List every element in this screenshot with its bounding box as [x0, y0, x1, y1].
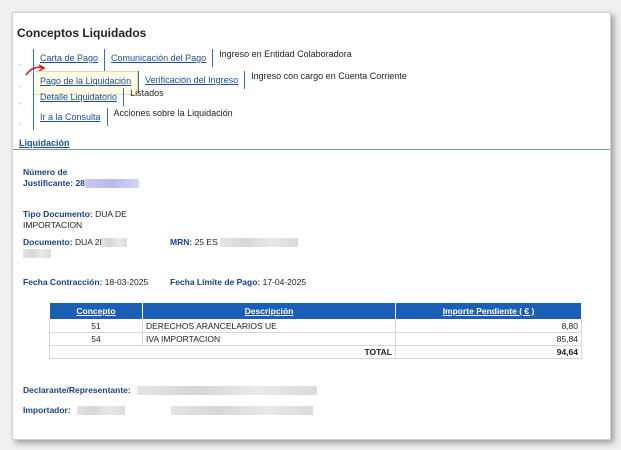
justificante-value: 28 — [75, 178, 85, 188]
tab-comunicacion-del-pago[interactable]: Comunicación del Pago — [104, 49, 212, 71]
table-row: 51 DERECHOS ARANCELARIOS UE 8,80 — [49, 319, 582, 333]
tab-ingreso-cargo-cuenta[interactable]: Ingreso con cargo en Cuenta Corriente — [244, 71, 413, 89]
concepto-cell: 54 — [49, 332, 143, 346]
justificante-label: Justificante: — [23, 178, 74, 188]
tipo-documento-label: Tipo Documento: — [23, 209, 93, 219]
fecha-contraccion-label: Fecha Contracción: — [23, 277, 103, 287]
redacted-value — [137, 386, 318, 396]
section-tab-liquidacion[interactable]: Liquidación — [19, 138, 70, 148]
fecha-limite-field: Fecha Límite de Pago: 17-04-2025 — [170, 277, 306, 288]
page-title: Conceptos Liquidados — [17, 26, 147, 40]
tipo-documento-value: DUA DE — [95, 209, 127, 219]
mrn-value: 25 ES — [194, 237, 218, 247]
documento-label: Documento: — [23, 237, 73, 247]
numero-justificante-field: Número de Justificante: 28 — [23, 167, 139, 189]
declarante-label: Declarante/Representante: — [23, 385, 131, 395]
documento-field: Documento: DUA 2l — [23, 237, 128, 259]
header-concepto[interactable]: Concepto — [49, 302, 143, 320]
window-frame: Conceptos Liquidados - Carta de Pago Com… — [12, 12, 611, 440]
tab-row-3: - Detalle Liquidatorio Listados — [19, 88, 170, 110]
importador-field: Importador: — [23, 405, 314, 416]
importe-cell: 85,84 — [395, 332, 582, 346]
total-row: TOTAL 94,64 — [49, 345, 582, 359]
fecha-limite-label: Fecha Límite de Pago: — [170, 277, 261, 287]
bullet: - — [19, 119, 22, 128]
importador-label: Importador: — [23, 405, 71, 415]
redacted-value — [220, 238, 299, 248]
tab-row-4: - Ir a la Consulta Acciones sobre la Liq… — [19, 108, 239, 130]
header-descripcion[interactable]: Descripción — [142, 302, 396, 320]
fecha-contraccion-field: Fecha Contracción: 18-03-2025 — [23, 277, 148, 288]
bullet: - — [19, 99, 22, 108]
concepto-cell: 51 — [49, 319, 143, 333]
importe-cell: 8,80 — [395, 319, 582, 333]
declarante-field: Declarante/Representante: — [23, 385, 318, 396]
fecha-contraccion-value: 18-03-2025 — [104, 277, 149, 287]
mrn-field: MRN: 25 ES — [170, 237, 299, 248]
redacted-value — [171, 406, 314, 416]
conceptos-table: Concepto Descripción Importe Pendiente (… — [49, 302, 582, 359]
tipo-documento-value-2: IMPORTACION — [23, 220, 83, 230]
redacted-value — [101, 238, 128, 248]
total-value: 94,64 — [395, 345, 582, 359]
tab-acciones-liquidacion[interactable]: Acciones sobre la Liquidación — [106, 108, 239, 126]
descripcion-cell: IVA IMPORTACION — [142, 332, 396, 346]
tab-listados[interactable]: Listados — [123, 88, 170, 106]
tab-detalle-liquidatorio[interactable]: Detalle Liquidatorio — [33, 88, 123, 110]
header-importe[interactable]: Importe Pendiente ( € ) — [395, 302, 582, 320]
fecha-limite-value: 17-04-2025 — [262, 277, 307, 287]
descripcion-cell: DERECHOS ARANCELARIOS UE — [142, 319, 396, 333]
section-divider — [13, 149, 610, 150]
tab-ingreso-entidad-colaboradora[interactable]: Ingreso en Entidad Colaboradora — [212, 49, 358, 67]
tipo-documento-field: Tipo Documento: DUA DE IMPORTACION — [23, 209, 127, 231]
table-header-row: Concepto Descripción Importe Pendiente (… — [49, 302, 582, 320]
redacted-value — [23, 249, 51, 259]
tab-row-1: - Carta de Pago Comunicación del Pago In… — [19, 49, 358, 71]
mrn-label: MRN: — [170, 237, 193, 247]
table-row: 54 IVA IMPORTACION 85,84 — [49, 332, 582, 346]
documento-value: DUA 2l — [74, 237, 102, 247]
tab-ir-a-la-consulta[interactable]: Ir a la Consulta — [33, 108, 107, 130]
total-label: TOTAL — [49, 345, 396, 359]
numero-label: Número de — [23, 167, 68, 177]
redacted-value — [77, 406, 126, 416]
redacted-value — [84, 179, 139, 189]
